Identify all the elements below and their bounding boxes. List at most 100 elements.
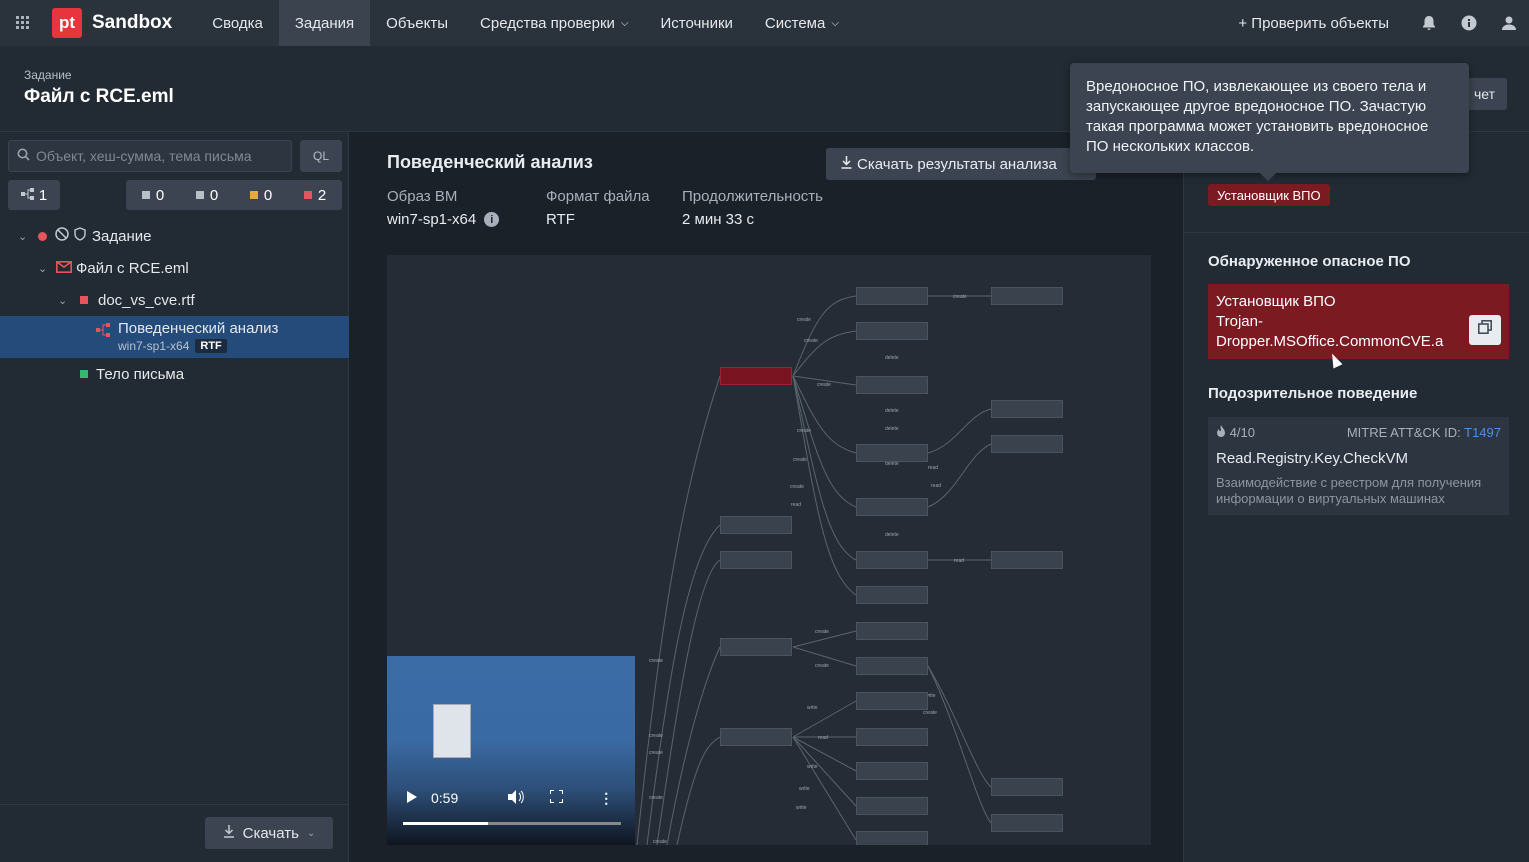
- graph-node[interactable]: [856, 728, 928, 746]
- mitre-reference: MITRE ATT&CK ID: T1497: [1347, 425, 1501, 440]
- nav-summary[interactable]: Сводка: [196, 0, 279, 46]
- screen-recording-video[interactable]: 0:59 ⋮: [387, 656, 635, 845]
- ql-button[interactable]: QL: [300, 140, 342, 172]
- graph-node[interactable]: [720, 638, 792, 656]
- graph-node[interactable]: [991, 814, 1063, 832]
- download-icon: [840, 155, 853, 173]
- square-icon: [80, 296, 88, 304]
- graph-node[interactable]: [991, 551, 1063, 569]
- copy-button[interactable]: [1469, 315, 1501, 345]
- check-objects-label: Проверить объекты: [1251, 14, 1389, 32]
- tree-item-behavior-analysis[interactable]: Поведенческий анализ win7-sp1-x64 RTF: [0, 316, 349, 358]
- svg-text:delete: delete: [885, 426, 899, 432]
- svg-text:write: write: [796, 805, 807, 811]
- severity-score: 4/10: [1216, 425, 1255, 440]
- user-icon[interactable]: [1489, 0, 1529, 46]
- tree-nodes-count[interactable]: 1: [8, 180, 60, 210]
- graph-node-malicious[interactable]: [720, 367, 792, 385]
- block-icon: [55, 227, 69, 245]
- suspicious-behavior-card[interactable]: 4/10 MITRE ATT&CK ID: T1497 Read.Registr…: [1208, 417, 1509, 515]
- nav-sources[interactable]: Источники: [645, 0, 749, 46]
- graph-node[interactable]: [856, 831, 928, 845]
- malware-class-badge[interactable]: Установщик ВПО: [1208, 184, 1330, 206]
- nav-tasks[interactable]: Задания: [278, 0, 371, 46]
- info-icon[interactable]: [1449, 0, 1489, 46]
- tree-item-email-body[interactable]: Тело письма: [0, 358, 349, 390]
- top-navbar: pt Sandbox Сводка Задания Объекты Средст…: [0, 0, 1529, 46]
- more-options-icon[interactable]: ⋮: [599, 790, 613, 807]
- download-button[interactable]: Скачать ⌄: [205, 817, 333, 849]
- search-input[interactable]: [36, 148, 276, 164]
- graph-node[interactable]: [856, 657, 928, 675]
- video-progress-track[interactable]: [403, 822, 621, 825]
- meta-value: 2 мин 33 с: [682, 211, 755, 228]
- graph-node[interactable]: [991, 435, 1063, 453]
- nav-tools-label: Средства проверки: [480, 14, 615, 32]
- graph-node[interactable]: [720, 516, 792, 534]
- meta-format: Формат файла RTF: [546, 188, 650, 228]
- graph-node[interactable]: [856, 586, 928, 604]
- search-field[interactable]: [8, 140, 292, 172]
- nav-tools[interactable]: Средства проверки ⌵: [464, 0, 644, 46]
- counter-unknown[interactable]: 0: [195, 186, 219, 204]
- graph-node[interactable]: [856, 797, 928, 815]
- mitre-id-link[interactable]: T1497: [1464, 425, 1501, 440]
- graph-node[interactable]: [720, 728, 792, 746]
- process-graph[interactable]: create create create create create create re…: [387, 255, 1151, 845]
- chevron-down-icon[interactable]: ⌄: [18, 230, 32, 243]
- graph-icon: [96, 323, 112, 341]
- check-objects-button[interactable]: + Проверить объекты: [1238, 15, 1389, 32]
- nav-system[interactable]: Система ⌵: [749, 0, 855, 46]
- svg-text:create: create: [649, 658, 663, 664]
- tree-item-label: Файл с RCE.eml: [76, 259, 189, 277]
- divider: [1184, 232, 1529, 233]
- graph-node[interactable]: [856, 376, 928, 394]
- graph-node[interactable]: [991, 400, 1063, 418]
- mail-icon: [56, 260, 72, 277]
- graph-node[interactable]: [856, 498, 928, 516]
- counter-value: 0: [209, 186, 219, 204]
- tree-item-doc[interactable]: ⌄ doc_vs_cve.rtf: [0, 284, 349, 316]
- tree-item-label: Задание: [92, 227, 152, 245]
- graph-node[interactable]: [720, 551, 792, 569]
- tree-item-task[interactable]: ⌄ Задание: [0, 220, 349, 252]
- brand-name[interactable]: Sandbox: [92, 12, 172, 34]
- volume-icon[interactable]: [508, 789, 524, 807]
- nav-objects[interactable]: Объекты: [370, 0, 464, 46]
- graph-node[interactable]: [856, 622, 928, 640]
- svg-text:create: create: [815, 629, 829, 635]
- pt-logo[interactable]: pt: [52, 8, 82, 38]
- graph-node[interactable]: [856, 692, 928, 710]
- graph-node[interactable]: [991, 778, 1063, 796]
- malware-type: Установщик ВПО: [1216, 293, 1336, 310]
- counter-suspicious[interactable]: 0: [249, 187, 272, 204]
- play-icon[interactable]: [407, 790, 417, 806]
- counter-clean[interactable]: 0: [141, 187, 164, 204]
- chevron-down-icon[interactable]: ⌄: [58, 294, 72, 307]
- video-time: 0:59: [431, 790, 459, 806]
- graph-node[interactable]: [991, 287, 1063, 305]
- square-icon: [80, 370, 88, 378]
- fullscreen-icon[interactable]: [549, 789, 565, 806]
- graph-node[interactable]: [856, 444, 928, 462]
- counter-dangerous[interactable]: 2: [303, 187, 326, 204]
- bell-icon[interactable]: [1409, 0, 1449, 46]
- square-icon: [141, 191, 150, 199]
- download-results-label: Скачать результаты анализа: [857, 155, 1057, 173]
- svg-text:write: write: [807, 764, 818, 770]
- svg-text:delete: delete: [885, 408, 899, 414]
- info-icon[interactable]: i: [484, 212, 500, 227]
- calculator-window-thumbnail: [433, 704, 471, 758]
- chevron-down-icon[interactable]: ⌄: [38, 262, 52, 275]
- graph-node[interactable]: [856, 551, 928, 569]
- video-progress-fill: [403, 822, 489, 825]
- download-results-button[interactable]: Скачать результаты анализа: [826, 148, 1096, 180]
- graph-node[interactable]: [856, 762, 928, 780]
- svg-text:create: create: [649, 795, 663, 801]
- graph-node[interactable]: [856, 322, 928, 340]
- apps-grid-icon[interactable]: [0, 0, 46, 46]
- download-label: Скачать: [242, 824, 299, 842]
- graph-node[interactable]: [856, 287, 928, 305]
- tree-item-email[interactable]: ⌄ Файл с RCE.eml: [0, 252, 349, 284]
- malware-name: Trojan-Dropper.MSOffice.CommonCVE.a: [1216, 313, 1444, 350]
